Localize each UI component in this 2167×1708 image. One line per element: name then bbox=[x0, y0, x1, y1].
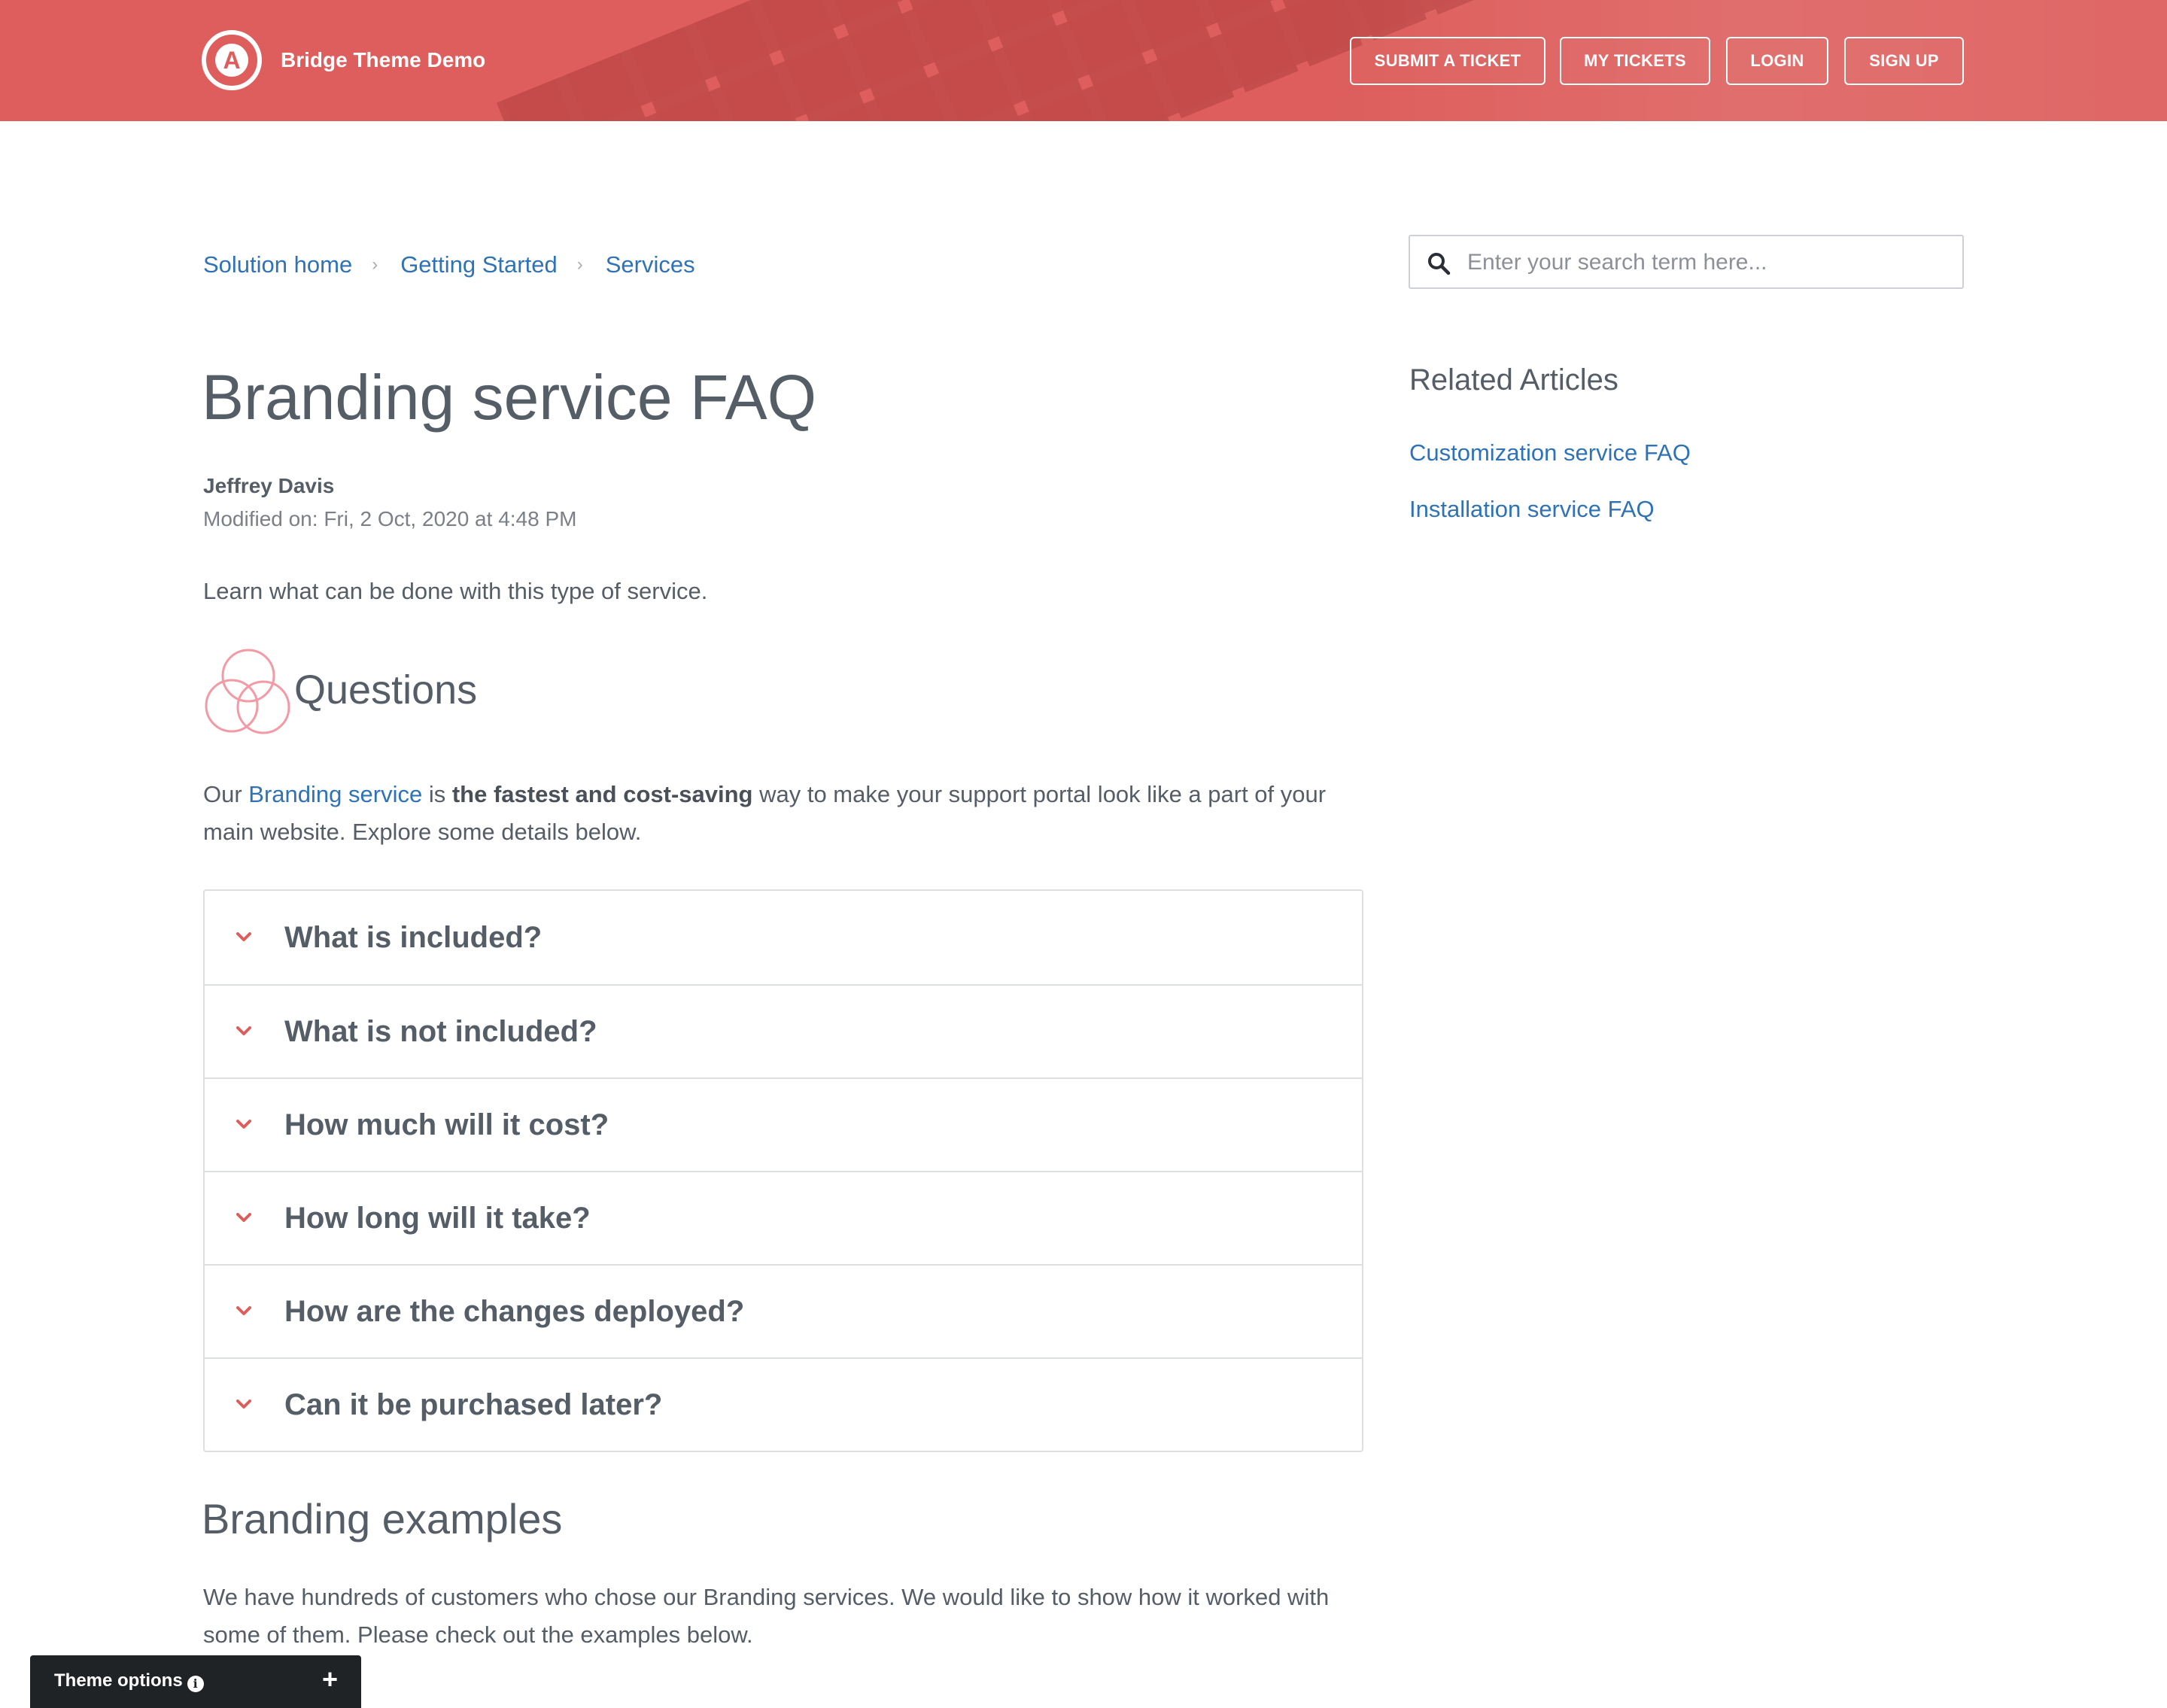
logo-icon: A bbox=[215, 44, 248, 77]
faq-item[interactable]: What is not included? bbox=[205, 984, 1362, 1077]
modified-date: Modified on: Fri, 2 Oct, 2020 at 4:48 PM bbox=[203, 507, 577, 530]
faq-item[interactable]: How much will it cost? bbox=[205, 1077, 1362, 1171]
page-title: Branding service FAQ bbox=[202, 362, 817, 433]
submit-ticket-button[interactable]: SUBMIT A TICKET bbox=[1350, 37, 1545, 85]
theme-options-panel[interactable]: Theme options i + bbox=[30, 1655, 361, 1708]
faq-question: What is not included? bbox=[284, 1014, 597, 1048]
faq-item[interactable]: Can it be purchased later? bbox=[205, 1357, 1362, 1451]
search-box bbox=[1409, 235, 1964, 289]
chevron-down-icon bbox=[236, 1120, 251, 1129]
article-lead: Learn what can be done with this type of… bbox=[203, 578, 708, 604]
faq-question: Can it be purchased later? bbox=[284, 1387, 663, 1421]
logo[interactable]: A bbox=[202, 30, 262, 90]
breadcrumb-separator: › bbox=[372, 254, 378, 275]
breadcrumb-getting-started[interactable]: Getting Started bbox=[400, 250, 558, 280]
branding-examples-heading: Branding examples bbox=[202, 1495, 563, 1542]
breadcrumb-separator: › bbox=[576, 254, 583, 275]
chevron-down-icon bbox=[236, 1306, 251, 1315]
questions-heading: Questions bbox=[294, 667, 478, 713]
theme-options-text: Theme options bbox=[54, 1670, 183, 1691]
intro-bold-text: the fastest and cost-saving bbox=[451, 781, 753, 807]
faq-question: How long will it take? bbox=[284, 1201, 591, 1235]
chevron-down-icon bbox=[236, 932, 251, 941]
breadcrumb-solution-home[interactable]: Solution home bbox=[203, 250, 352, 280]
faq-item[interactable]: How are the changes deployed? bbox=[205, 1264, 1362, 1357]
chevron-down-icon bbox=[236, 1400, 251, 1409]
related-link-installation[interactable]: Installation service FAQ bbox=[1409, 494, 1655, 524]
faq-question: How much will it cost? bbox=[284, 1108, 609, 1141]
search-input[interactable] bbox=[1466, 244, 1950, 281]
plus-icon[interactable]: + bbox=[322, 1666, 338, 1693]
faq-question: What is included? bbox=[284, 920, 543, 954]
faq-question: How are the changes deployed? bbox=[284, 1294, 745, 1328]
site-header: A Bridge Theme Demo SUBMIT A TICKET MY T… bbox=[0, 0, 2167, 121]
branding-service-link[interactable]: Branding service bbox=[248, 781, 422, 807]
intro-text: Our bbox=[203, 781, 249, 807]
intro-text: is bbox=[422, 781, 452, 807]
questions-circles-icon bbox=[205, 649, 290, 734]
intro-paragraph: Our Branding service is the fastest and … bbox=[203, 776, 1377, 851]
chevron-down-icon bbox=[236, 1213, 251, 1222]
breadcrumb-services[interactable]: Services bbox=[606, 250, 695, 280]
chevron-down-icon bbox=[236, 1026, 251, 1035]
branding-examples-text: We have hundreds of customers who chose … bbox=[203, 1584, 1330, 1648]
login-button[interactable]: LOGIN bbox=[1726, 37, 1828, 85]
related-link-customization[interactable]: Customization service FAQ bbox=[1409, 438, 1691, 468]
faq-accordion: What is included? What is not included? … bbox=[203, 889, 1363, 1452]
faq-item[interactable]: How long will it take? bbox=[205, 1171, 1362, 1264]
my-tickets-button[interactable]: MY TICKETS bbox=[1560, 37, 1710, 85]
author-name: Jeffrey Davis bbox=[203, 474, 335, 497]
theme-options-label: Theme options i bbox=[54, 1670, 204, 1692]
breadcrumb: Solution home › Getting Started › Servic… bbox=[203, 250, 695, 280]
sign-up-button[interactable]: SIGN UP bbox=[1844, 37, 1964, 85]
related-articles-title: Related Articles bbox=[1409, 363, 1618, 397]
brand-name[interactable]: Bridge Theme Demo bbox=[281, 47, 485, 74]
info-icon: i bbox=[187, 1676, 204, 1692]
faq-item[interactable]: What is included? bbox=[205, 891, 1362, 984]
search-icon[interactable] bbox=[1427, 251, 1451, 275]
